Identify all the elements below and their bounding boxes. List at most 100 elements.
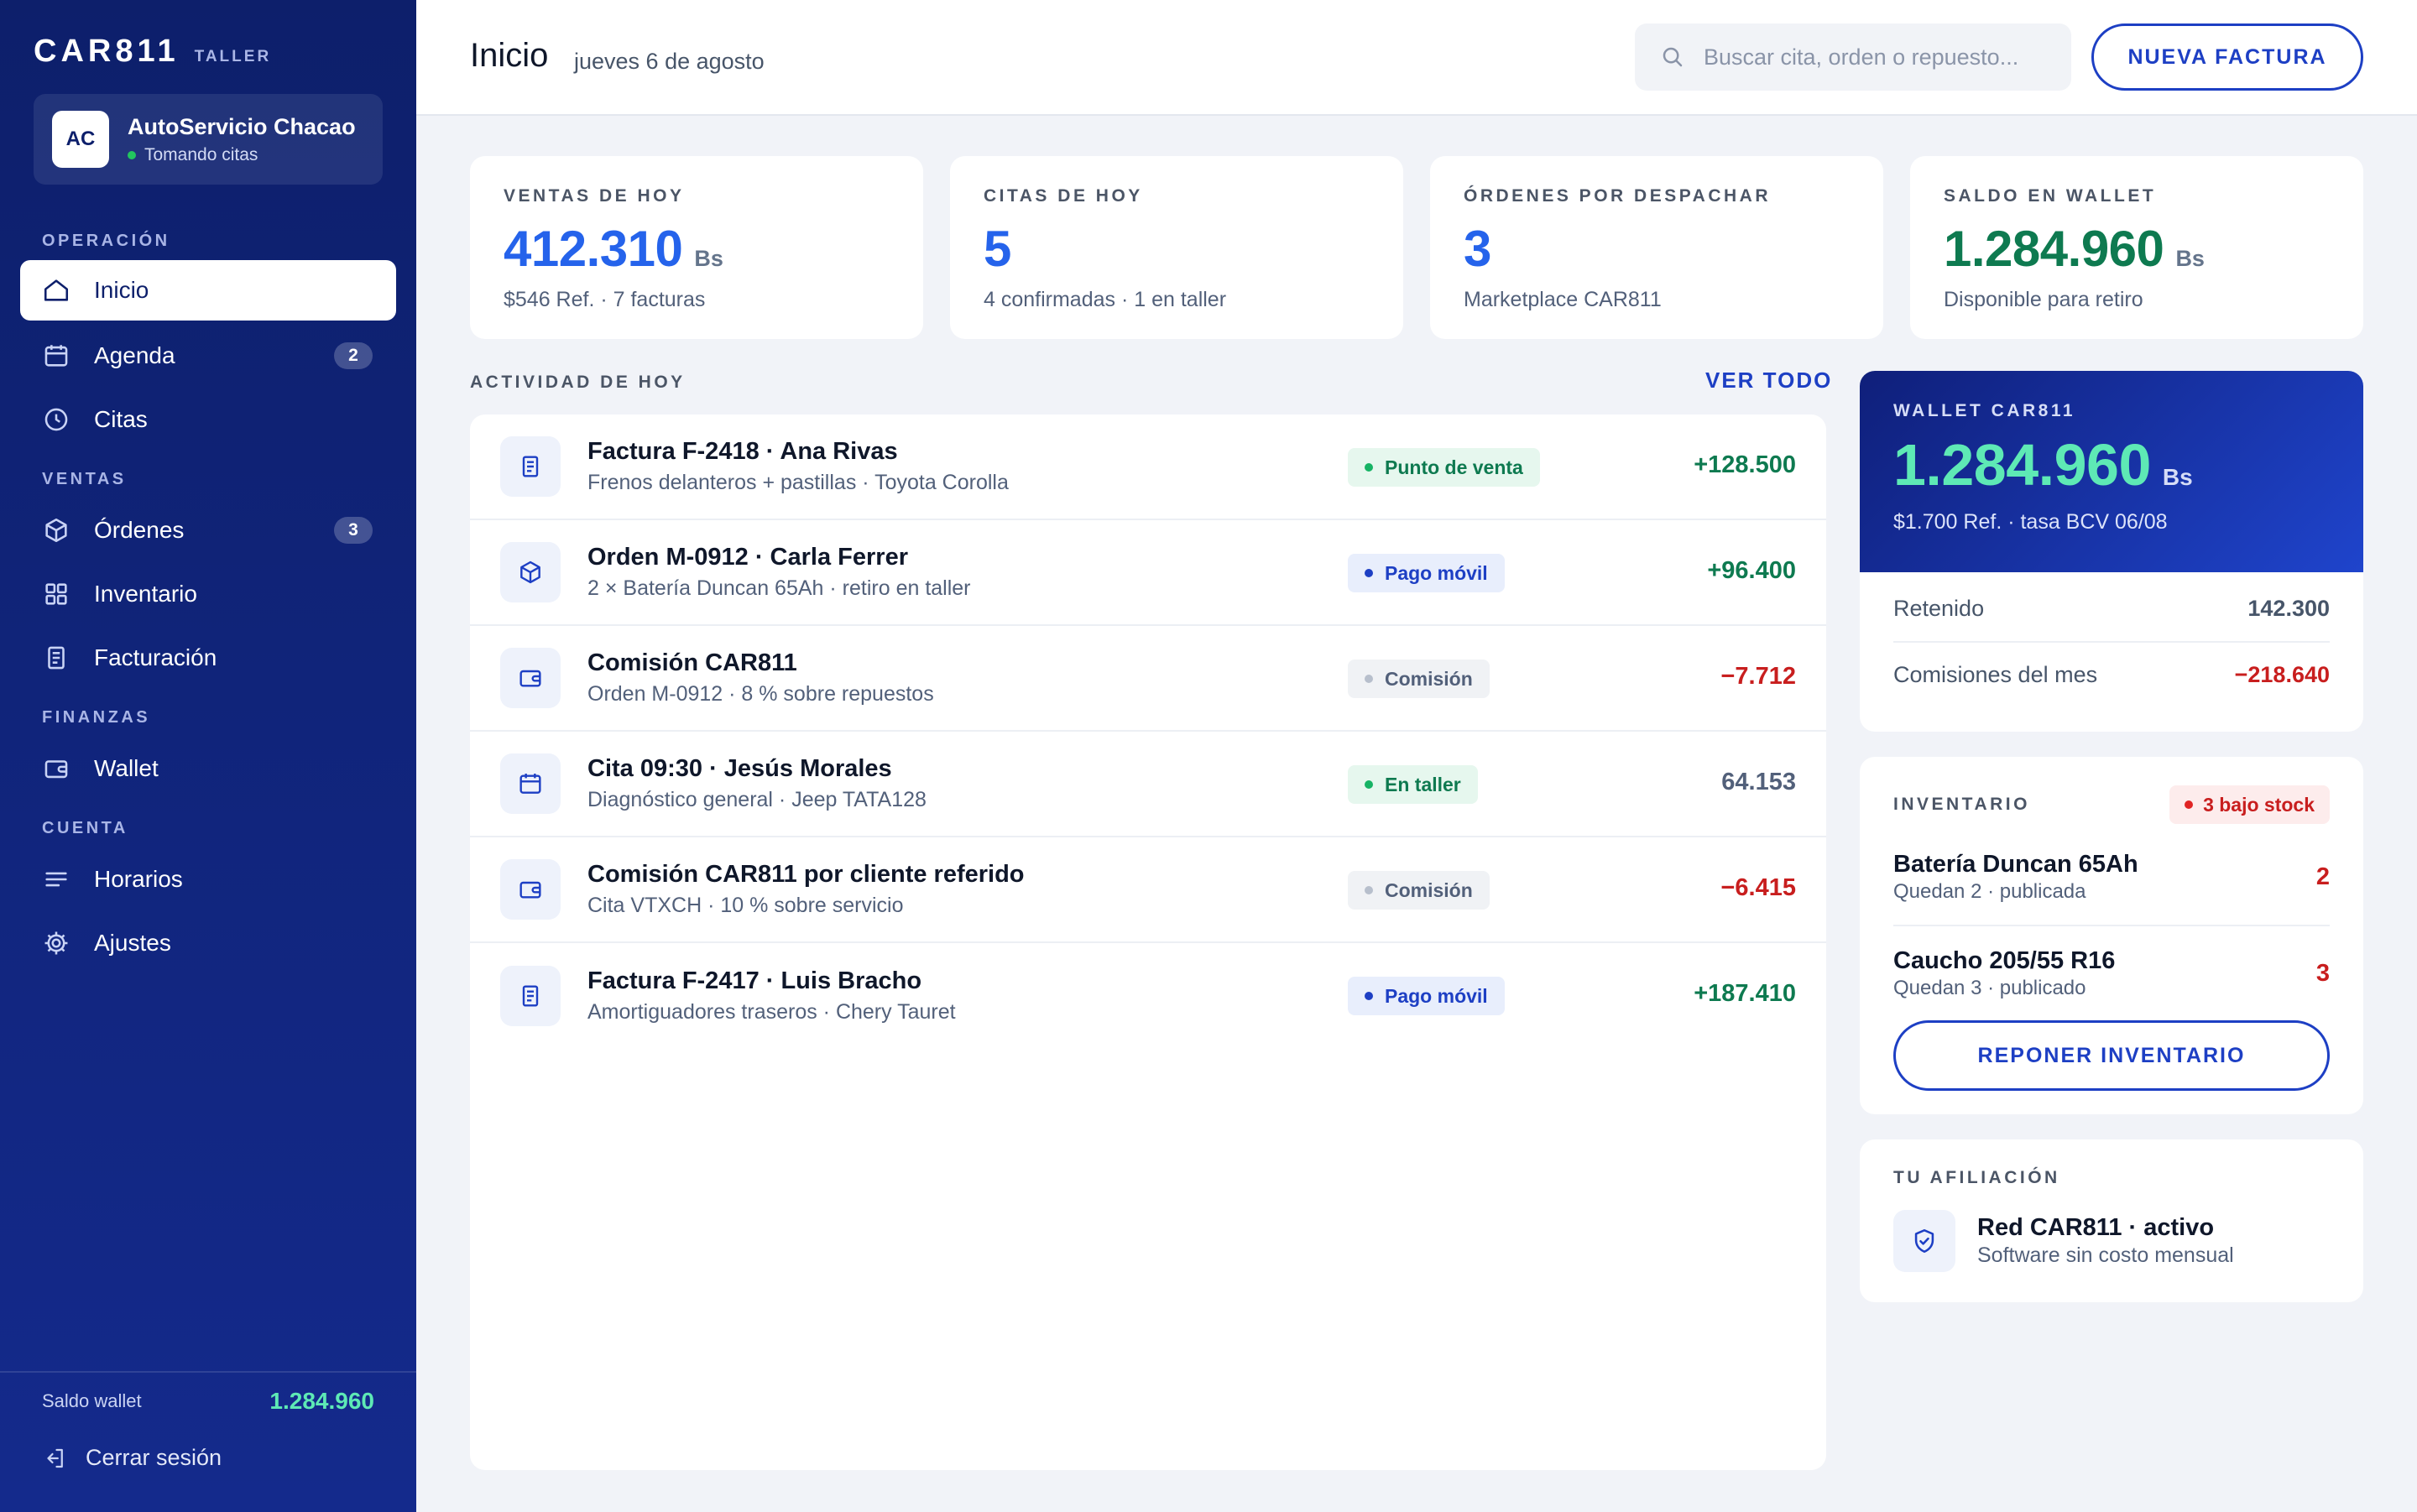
count-badge: 2 [334, 342, 373, 369]
wallet-unit: Bs [2162, 464, 2193, 490]
sidebar-item-label: Facturación [94, 644, 217, 670]
row-amount: −6.415 [1720, 874, 1796, 901]
kpi-sub: 4 confirmadas · 1 en taller [984, 288, 1227, 311]
list-item[interactable]: Batería Duncan 65Ah Quedan 2 · publicada… [1893, 829, 2330, 925]
row-subtitle: Diagnóstico general · Jeep TATA128 [587, 788, 927, 811]
search-input[interactable]: Buscar cita, orden o repuesto... [1635, 23, 2071, 91]
kpi-unit: Bs [694, 246, 723, 271]
sidebar-item-label: Agenda [94, 342, 175, 368]
kpi-sub: $546 Ref. · 7 facturas [504, 288, 706, 311]
shop-switcher[interactable]: AC AutoServicio Chacao Tomando citas [34, 94, 383, 185]
count-badge: 3 [334, 517, 373, 544]
gear-icon [42, 929, 70, 957]
table-row[interactable]: Factura F-2417 · Luis Bracho Amortiguado… [470, 943, 1826, 1049]
low-stock-badge: 3 bajo stock [2169, 785, 2330, 824]
sidebar-item-label: Inventario [94, 581, 197, 607]
kpi-card-citas: CITAS DE HOY 5 4 confirmadas · 1 en tall… [950, 156, 1403, 339]
kpi-value: 1.284.960 [1944, 221, 2164, 277]
status-badge-text: Comisión [1385, 879, 1473, 901]
status-badge-text: Pago móvil [1385, 984, 1488, 1007]
wallet-icon [500, 859, 561, 920]
inventory-item-name: Batería Duncan 65Ah [1893, 850, 2138, 878]
wallet-value: 1.284.960 [1893, 432, 2151, 498]
row-subtitle: Cita VTXCH · 10 % sobre servicio [587, 894, 904, 917]
wallet-retenido-value: 142.300 [2247, 595, 2330, 621]
sidebar-item-label: Ajustes [94, 930, 171, 956]
sidebar-item-facturacion[interactable]: Facturación [20, 628, 396, 688]
status-badge: Punto de venta [1348, 448, 1540, 487]
list-item[interactable]: Caucho 205/55 R16 Quedan 3 · publicado 3 [1893, 925, 2330, 1020]
row-title: Orden M-0912 · Carla Ferrer [587, 544, 908, 571]
kpi-sub: Marketplace CAR811 [1464, 288, 1662, 311]
new-invoice-button[interactable]: NUEVA FACTURA [2091, 23, 2363, 91]
sidebar-item-citas[interactable]: Citas [20, 389, 396, 450]
shop-status: Tomando citas [128, 145, 356, 165]
activity-list: Factura F-2418 · Ana Rivas Frenos delant… [470, 414, 1826, 1470]
inventory-card: INVENTARIO 3 bajo stock Batería Duncan 6… [1860, 757, 2363, 1114]
sidebar-item-inventario[interactable]: Inventario [20, 564, 396, 624]
sidebar-item-ordenes[interactable]: Órdenes 3 [20, 500, 396, 560]
search-icon [1660, 44, 1685, 70]
status-badge: En taller [1348, 765, 1478, 804]
box-icon [42, 516, 70, 545]
affiliation-title: Red CAR811 · activo [1977, 1214, 2215, 1241]
row-title: Comisión CAR811 [587, 649, 797, 676]
logout-button[interactable]: Cerrar sesión [42, 1445, 222, 1471]
table-row[interactable]: Comisión CAR811 Orden M-0912 · 8 % sobre… [470, 626, 1826, 732]
sidebar-item-inicio[interactable]: Inicio [20, 260, 396, 321]
sidebar-item-ajustes[interactable]: Ajustes [20, 913, 396, 973]
sidebar-item-label: Inicio [94, 277, 149, 303]
wallet-icon [500, 648, 561, 708]
row-subtitle: Frenos delanteros + pastillas · Toyota C… [587, 471, 1009, 494]
nav-section-operacion: OPERACIÓN [42, 232, 170, 250]
row-title: Factura F-2418 · Ana Rivas [587, 438, 898, 465]
sidebar: CAR811 TALLER AC AutoServicio Chacao Tom… [0, 0, 416, 1512]
table-row[interactable]: Cita 09:30 · Jesús Morales Diagnóstico g… [470, 732, 1826, 837]
table-row[interactable]: Comisión CAR811 por cliente referido Cit… [470, 837, 1826, 943]
logout-label: Cerrar sesión [86, 1445, 222, 1470]
status-dot-icon [1365, 886, 1373, 894]
inventory-item-name: Caucho 205/55 R16 [1893, 946, 2116, 974]
restock-button[interactable]: REPONER INVENTARIO [1893, 1020, 2330, 1091]
box-icon [500, 542, 561, 602]
status-badge: Pago móvil [1348, 554, 1505, 592]
receipt-icon [500, 966, 561, 1026]
receipt-icon [42, 644, 70, 672]
sidebar-item-agenda[interactable]: Agenda 2 [20, 326, 396, 386]
section-title-activity: ACTIVIDAD DE HOY [470, 373, 686, 392]
kpi-card-wallet: SALDO EN WALLET 1.284.960 Bs Disponible … [1910, 156, 2363, 339]
sidebar-wallet-balance: Saldo wallet 1.284.960 [42, 1388, 374, 1415]
calendar-icon [500, 753, 561, 814]
table-row[interactable]: Orden M-0912 · Carla Ferrer 2 × Batería … [470, 520, 1826, 626]
sidebar-item-label: Wallet [94, 755, 159, 781]
status-badge: Comisión [1348, 871, 1490, 910]
wallet-comisiones: Comisiones del mes −218.640 [1893, 641, 2330, 706]
inventory-item-sub: Quedan 3 · publicado [1893, 976, 2086, 999]
wallet-card: WALLET CAR811 1.284.960 Bs $1.700 Ref. ·… [1860, 371, 2363, 732]
row-amount: −7.712 [1720, 663, 1796, 690]
row-title: Cita 09:30 · Jesús Morales [587, 755, 892, 782]
wallet-balance-value: 1.284.960 [269, 1388, 374, 1414]
wallet-balance-label: Saldo wallet [42, 1390, 142, 1411]
kpi-label: ÓRDENES POR DESPACHAR [1464, 186, 1771, 206]
row-title: Comisión CAR811 por cliente referido [587, 861, 1025, 888]
affiliation-sub: Software sin costo mensual [1977, 1243, 2234, 1267]
affiliation-label: TU AFILIACIÓN [1893, 1168, 2060, 1187]
affiliation-card: TU AFILIACIÓN Red CAR811 · activo Softwa… [1860, 1139, 2363, 1302]
table-row[interactable]: Factura F-2418 · Ana Rivas Frenos delant… [470, 414, 1826, 520]
status-dot-icon [1365, 569, 1373, 577]
sidebar-item-wallet[interactable]: Wallet [20, 738, 396, 799]
calendar-icon [42, 342, 70, 370]
sidebar-item-horarios[interactable]: Horarios [20, 849, 396, 910]
logout-icon [42, 1446, 67, 1471]
kpi-value: 412.310 [504, 221, 683, 277]
see-all-link[interactable]: VER TODO [1705, 368, 1832, 394]
search-placeholder: Buscar cita, orden o repuesto... [1704, 44, 2019, 70]
status-dot-icon [1365, 992, 1373, 1000]
status-badge-text: Punto de venta [1385, 456, 1523, 478]
alert-dot-icon [2185, 800, 2194, 809]
kpi-value: 5 [984, 221, 1011, 277]
wallet-comisiones-label: Comisiones del mes [1893, 661, 2098, 687]
row-amount: +128.500 [1694, 451, 1796, 478]
wallet-retenido: Retenido 142.300 [1893, 576, 2330, 641]
